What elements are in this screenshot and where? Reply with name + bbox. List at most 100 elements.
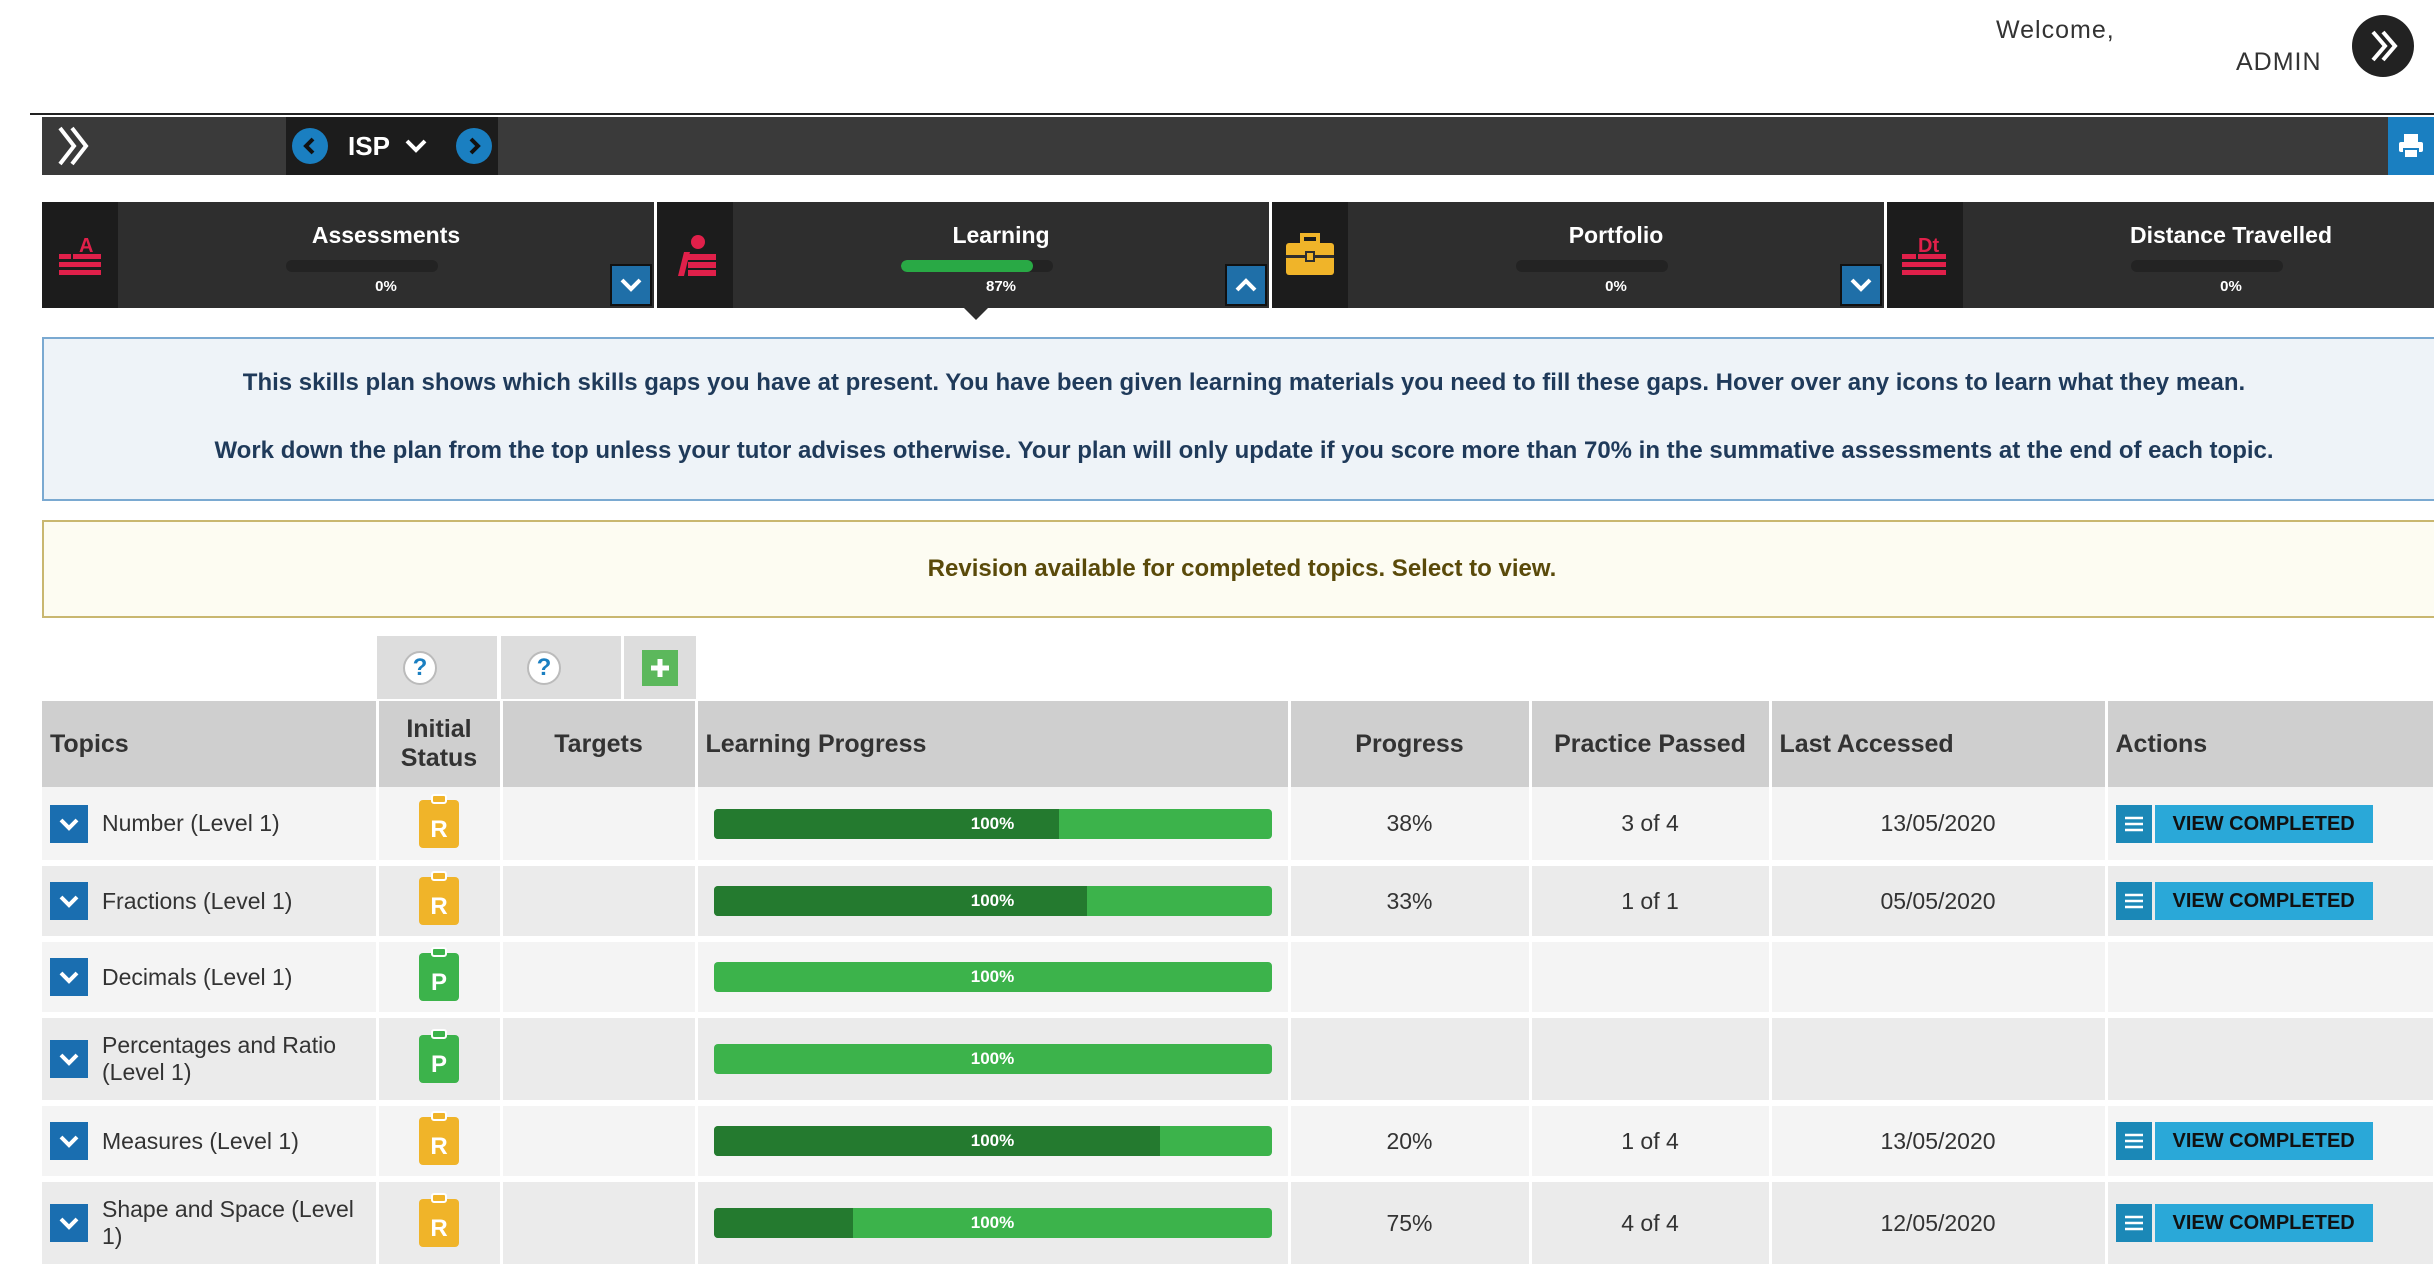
header-actions: Actions (2106, 701, 2434, 787)
topic-cell: Number (Level 1) (42, 787, 379, 866)
learning-progress-cell: 100% (696, 787, 1291, 866)
expand-topic-button[interactable] (50, 958, 88, 996)
header-progress[interactable]: Progress (1289, 701, 1532, 787)
module-expand-button[interactable] (1840, 264, 1882, 306)
module-tab-distance-travelled[interactable]: Dt Distance Travelled 0% (1887, 202, 2434, 308)
actions-cell: VIEW COMPLETED (2106, 1103, 2434, 1182)
table-header-row: Topics Initial Status Targets Learning Pr… (42, 701, 2434, 787)
targets-cell (501, 1015, 698, 1106)
help-icon[interactable]: ? (527, 650, 561, 685)
sidebar-toggle-button[interactable] (50, 122, 98, 170)
initial-status-cell: R (377, 863, 503, 942)
print-button[interactable] (2388, 117, 2434, 175)
module-progress-bar (901, 260, 1053, 272)
progress-value (1289, 939, 1532, 1018)
learning-icon (657, 202, 733, 308)
header-learning-progress[interactable]: Learning Progress (696, 701, 1291, 787)
topic-cell: Fractions (Level 1) (42, 863, 379, 942)
status-clipboard-icon[interactable]: P (419, 1029, 459, 1083)
module-collapse-button[interactable] (1225, 264, 1267, 306)
actions-cell: VIEW COMPLETED (2106, 787, 2434, 866)
module-tab-assessments[interactable]: A Assessments 0% (42, 202, 654, 308)
plan-previous-button[interactable] (286, 117, 334, 175)
topic-cell: Shape and Space (Level 1) (42, 1179, 379, 1270)
initial-status-cell: R (377, 787, 503, 866)
header-topics[interactable]: Topics (42, 701, 379, 787)
status-clipboard-icon[interactable]: R (419, 871, 459, 925)
initial-status-help: ? (377, 636, 497, 699)
learning-progress-bar: 100% (713, 962, 1272, 992)
chevron-left-icon (303, 137, 315, 155)
status-clipboard-icon[interactable]: P (419, 947, 459, 1001)
topic-name[interactable]: Percentages and Ratio (Level 1) (102, 1032, 368, 1086)
progress-value: 33% (1289, 863, 1532, 942)
view-completed-button[interactable]: VIEW COMPLETED (2115, 882, 2373, 920)
module-tab-portfolio[interactable]: Portfolio 0% (1272, 202, 1884, 308)
targets-help: ? (501, 636, 621, 699)
targets-cell (501, 939, 698, 1018)
active-tab-indicator (964, 308, 988, 320)
help-icon[interactable]: ? (403, 650, 437, 685)
topic-name[interactable]: Measures (Level 1) (102, 1128, 299, 1155)
expand-topic-button[interactable] (50, 1040, 88, 1078)
practice-passed-value (1530, 939, 1772, 1018)
expand-topic-button[interactable] (50, 1204, 88, 1242)
plan-select[interactable]: ISP (334, 117, 450, 175)
topics-table: Topics Initial Status Targets Learning Pr… (42, 701, 2434, 1270)
view-completed-label: VIEW COMPLETED (2154, 882, 2373, 920)
targets-cell (501, 1179, 698, 1270)
plan-next-button[interactable] (450, 117, 498, 175)
add-target-cell (624, 636, 696, 699)
view-completed-button[interactable]: VIEW COMPLETED (2115, 1122, 2373, 1160)
revision-notice[interactable]: Revision available for completed topics.… (42, 520, 2434, 618)
table-row: Measures (Level 1) R 100% 20% 1 of 4 13/… (42, 1103, 2434, 1182)
chevron-down-icon (59, 895, 79, 908)
expand-topic-button[interactable] (50, 1122, 88, 1160)
module-expand-button[interactable] (610, 264, 652, 306)
user-menu-button[interactable] (2352, 15, 2414, 77)
expand-topic-button[interactable] (50, 882, 88, 920)
learning-progress-bar: 100% (713, 1208, 1272, 1238)
module-progress-bar (1516, 260, 1668, 272)
module-progress-bar (2131, 260, 2283, 272)
briefcase-icon (1272, 202, 1348, 308)
practice-passed-value: 3 of 4 (1530, 787, 1772, 866)
chevron-down-icon (59, 1217, 79, 1230)
topic-name[interactable]: Decimals (Level 1) (102, 964, 292, 991)
header-last-accessed[interactable]: Last Accessed (1770, 701, 2108, 787)
table-row: Percentages and Ratio (Level 1) P 100% (42, 1015, 2434, 1106)
topic-cell: Decimals (Level 1) (42, 939, 379, 1018)
info-panel: This skills plan shows which skills gaps… (42, 337, 2434, 501)
plus-icon (651, 658, 669, 677)
header-initial-status[interactable]: Initial Status (377, 701, 503, 787)
add-target-button[interactable] (642, 649, 678, 686)
view-completed-button[interactable]: VIEW COMPLETED (2115, 1204, 2373, 1242)
list-icon (2115, 1204, 2152, 1242)
table-row: Shape and Space (Level 1) R 100% 75% 4 o… (42, 1179, 2434, 1270)
module-title: Assessments (311, 222, 461, 248)
double-chevron-right-icon (58, 126, 89, 166)
last-accessed-value: 05/05/2020 (1770, 863, 2108, 942)
header-targets[interactable]: Targets (501, 701, 698, 787)
status-clipboard-icon[interactable]: R (419, 1111, 459, 1165)
chevron-down-icon (405, 139, 427, 153)
status-clipboard-icon[interactable]: R (419, 1193, 459, 1247)
last-accessed-value (1770, 1015, 2108, 1106)
svg-text:A: A (79, 235, 93, 257)
learning-progress-bar: 100% (713, 808, 1272, 839)
table-row: Decimals (Level 1) P 100% (42, 939, 2434, 1018)
header-practice-passed[interactable]: Practice Passed (1530, 701, 1772, 787)
expand-topic-button[interactable] (50, 804, 88, 843)
practice-passed-value: 1 of 1 (1530, 863, 1772, 942)
practice-passed-value: 4 of 4 (1530, 1179, 1772, 1270)
module-tab-learning[interactable]: Learning 87% (657, 202, 1269, 308)
module-title: Distance Travelled (2130, 222, 2332, 248)
topic-name[interactable]: Number (Level 1) (102, 810, 280, 837)
status-clipboard-icon[interactable]: R (419, 793, 459, 848)
topic-name[interactable]: Fractions (Level 1) (102, 888, 292, 915)
module-progress-label: 87% (985, 278, 1017, 295)
chevron-down-icon (59, 1053, 79, 1066)
initial-status-cell: P (377, 1015, 503, 1106)
topic-name[interactable]: Shape and Space (Level 1) (102, 1196, 368, 1250)
view-completed-button[interactable]: VIEW COMPLETED (2115, 804, 2373, 843)
